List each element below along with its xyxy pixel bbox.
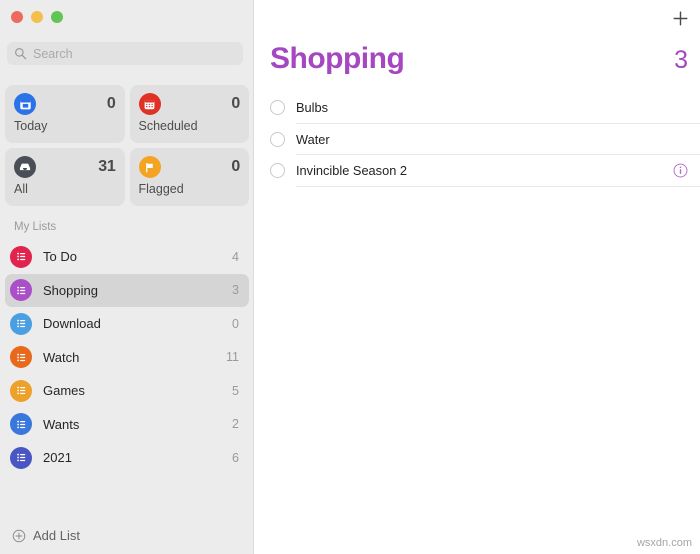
smart-list-count: 31 (98, 158, 115, 176)
table-row[interactable]: Water (270, 124, 700, 156)
plus-circle-icon (12, 529, 26, 543)
list-label: Shopping (43, 283, 232, 298)
lists-container: To Do 4 Shopping 3 (5, 240, 249, 475)
reminders-window: 0 Today (0, 0, 700, 554)
main-content: Shopping 3 Bulbs Water Invincible Season… (254, 0, 700, 554)
table-row[interactable]: Bulbs (270, 92, 700, 124)
add-list-button[interactable]: Add List (12, 528, 80, 543)
list-bullet-icon (10, 246, 32, 268)
list-item-count: 3 (674, 46, 688, 75)
list-bullet-icon (10, 346, 32, 368)
list-bullet-icon (10, 413, 32, 435)
flag-icon (139, 156, 161, 178)
list-count: 6 (232, 451, 239, 465)
list-label: Wants (43, 417, 232, 432)
sidebar-list-2021[interactable]: 2021 6 (5, 441, 249, 475)
search-input[interactable] (33, 47, 236, 61)
list-count: 0 (232, 317, 239, 331)
close-window-button[interactable] (11, 11, 23, 23)
list-bullet-icon (10, 380, 32, 402)
list-label: Games (43, 383, 232, 398)
smart-list-all[interactable]: 31 All (5, 148, 125, 206)
sidebar-list-download[interactable]: Download 0 (5, 307, 249, 341)
reminder-checkbox[interactable] (270, 132, 285, 147)
add-list-label: Add List (33, 528, 80, 543)
search-bar[interactable] (7, 42, 243, 65)
smart-list-scheduled[interactable]: 0 Scheduled (130, 85, 250, 143)
smart-list-label: Scheduled (139, 119, 241, 133)
sidebar-list-to-do[interactable]: To Do 4 (5, 240, 249, 274)
reminder-checkbox[interactable] (270, 163, 285, 178)
search-icon (14, 47, 27, 60)
list-bullet-icon (10, 447, 32, 469)
list-label: To Do (43, 249, 232, 264)
calendar-today-icon (14, 93, 36, 115)
watermark: wsxdn.com (637, 537, 692, 549)
smart-list-label: Today (14, 119, 116, 133)
reminder-title: Water (296, 132, 688, 147)
sidebar-list-games[interactable]: Games 5 (5, 374, 249, 408)
list-count: 5 (232, 384, 239, 398)
list-bullet-icon (10, 313, 32, 335)
smart-list-count: 0 (107, 95, 116, 113)
list-bullet-icon (10, 279, 32, 301)
list-count: 4 (232, 250, 239, 264)
smart-list-count: 0 (231, 158, 240, 176)
smart-list-flagged[interactable]: 0 Flagged (130, 148, 250, 206)
list-header: Shopping 3 (270, 42, 688, 76)
sidebar-list-watch[interactable]: Watch 11 (5, 341, 249, 375)
minimize-window-button[interactable] (31, 11, 43, 23)
page-title: Shopping (270, 42, 404, 76)
list-count: 11 (226, 350, 239, 364)
list-label: Download (43, 316, 232, 331)
window-traffic-lights (11, 11, 63, 23)
smart-list-cards: 0 Today (5, 85, 249, 206)
my-lists-header: My Lists (14, 221, 56, 233)
smart-list-label: Flagged (139, 182, 241, 196)
list-label: Watch (43, 350, 226, 365)
inbox-tray-icon (14, 156, 36, 178)
add-reminder-button[interactable] (669, 7, 691, 29)
smart-list-label: All (14, 182, 116, 196)
reminder-list: Bulbs Water Invincible Season 2 (270, 92, 700, 187)
smart-list-count: 0 (231, 95, 240, 113)
list-label: 2021 (43, 450, 232, 465)
list-count: 2 (232, 417, 239, 431)
reminder-title: Bulbs (296, 100, 688, 115)
list-count: 3 (232, 283, 239, 297)
reminder-checkbox[interactable] (270, 100, 285, 115)
sidebar-list-shopping[interactable]: Shopping 3 (5, 274, 249, 308)
table-row[interactable]: Invincible Season 2 (270, 155, 700, 187)
maximize-window-button[interactable] (51, 11, 63, 23)
info-icon[interactable] (673, 163, 688, 178)
sidebar: 0 Today (0, 0, 254, 554)
calendar-icon (139, 93, 161, 115)
reminder-title: Invincible Season 2 (296, 163, 673, 178)
plus-icon (671, 9, 690, 28)
sidebar-list-wants[interactable]: Wants 2 (5, 408, 249, 442)
smart-list-today[interactable]: 0 Today (5, 85, 125, 143)
